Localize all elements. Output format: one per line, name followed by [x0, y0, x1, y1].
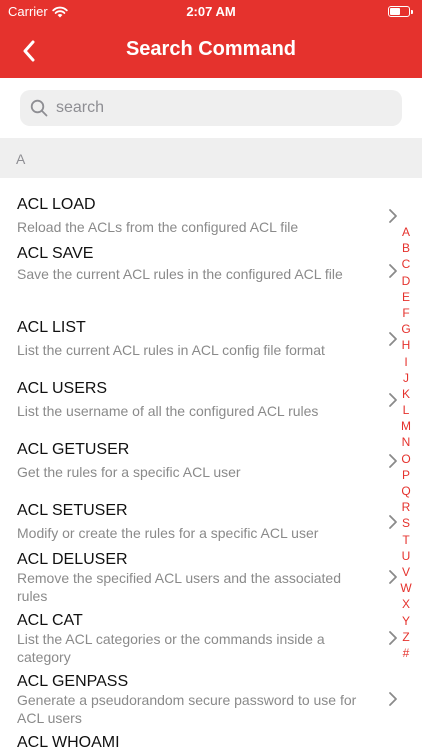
command-description: Reload the ACLs from the configured ACL …: [17, 219, 299, 235]
command-title: ACL USERS: [17, 380, 108, 397]
index-letter[interactable]: M: [401, 418, 411, 434]
index-letter[interactable]: Q: [401, 483, 410, 499]
chevron-right-icon: [389, 515, 397, 529]
chevron-right-icon: [389, 631, 397, 645]
chevron-right-icon: [389, 570, 397, 584]
command-title: ACL SAVE: [17, 245, 94, 262]
index-letter[interactable]: F: [402, 305, 409, 321]
search-box[interactable]: [20, 90, 402, 126]
index-letter[interactable]: T: [402, 532, 409, 548]
alphabet-index[interactable]: A B C D E F G H I J K L M N O P Q R S T …: [399, 224, 413, 661]
section-header: A: [0, 138, 422, 178]
command-title: ACL WHOAMI: [17, 734, 120, 750]
command-title: ACL SETUSER: [17, 502, 128, 519]
index-letter[interactable]: S: [402, 515, 410, 531]
index-letter[interactable]: L: [403, 402, 410, 418]
index-letter[interactable]: P: [402, 467, 410, 483]
chevron-right-icon: [389, 264, 397, 278]
index-letter[interactable]: X: [402, 596, 410, 612]
command-title: ACL GENPASS: [17, 673, 129, 690]
command-description: List the ACL categories or the commands …: [17, 631, 325, 665]
command-title: ACL GETUSER: [17, 441, 130, 458]
status-time: 2:07 AM: [186, 4, 236, 19]
chevron-right-icon: [389, 692, 397, 706]
command-description: Remove the specified ACL users and the a…: [17, 570, 342, 604]
status-bar: Carrier 2:07 AM: [0, 0, 422, 24]
index-letter[interactable]: C: [402, 256, 411, 272]
index-letter[interactable]: Y: [402, 613, 410, 629]
chevron-right-icon: [389, 454, 397, 468]
index-letter[interactable]: A: [402, 224, 410, 240]
index-letter[interactable]: Z: [402, 629, 409, 645]
index-letter[interactable]: W: [400, 580, 411, 596]
command-description: Modify or create the rules for a specifi…: [17, 525, 319, 541]
command-title: ACL DELUSER: [17, 551, 128, 568]
search-bar: [0, 78, 422, 138]
index-letter[interactable]: #: [403, 645, 410, 661]
index-letter[interactable]: H: [402, 337, 411, 353]
index-letter[interactable]: D: [402, 273, 411, 289]
chevron-right-icon: [389, 209, 397, 223]
index-letter[interactable]: O: [401, 451, 410, 467]
index-letter[interactable]: R: [402, 499, 411, 515]
page-title: Search Command: [125, 38, 297, 60]
index-letter[interactable]: K: [402, 386, 410, 402]
command-description: Generate a pseudorandom secure password …: [17, 692, 357, 726]
index-letter[interactable]: G: [401, 321, 410, 337]
index-letter[interactable]: V: [402, 564, 410, 580]
command-description: Get the rules for a specific ACL user: [17, 464, 241, 480]
command-description: List the current ACL rules in ACL config…: [17, 342, 325, 358]
search-input[interactable]: [56, 99, 376, 117]
index-letter[interactable]: U: [402, 548, 411, 564]
command-description: Save the current ACL rules in the config…: [17, 266, 343, 282]
search-icon: [30, 99, 48, 117]
index-letter[interactable]: E: [402, 289, 410, 305]
command-title: ACL CAT: [17, 612, 83, 629]
index-letter[interactable]: N: [402, 434, 411, 450]
chevron-right-icon: [389, 393, 397, 407]
battery-icon: [388, 6, 413, 17]
index-letter[interactable]: I: [404, 354, 407, 370]
index-letter[interactable]: B: [402, 240, 410, 256]
chevron-right-icon: [389, 332, 397, 346]
command-description: List the username of all the configured …: [17, 403, 319, 419]
index-letter[interactable]: J: [403, 370, 409, 386]
nav-bar: Search Command: [0, 24, 422, 78]
command-title: ACL LOAD: [17, 196, 96, 213]
command-title: ACL LIST: [17, 319, 86, 336]
